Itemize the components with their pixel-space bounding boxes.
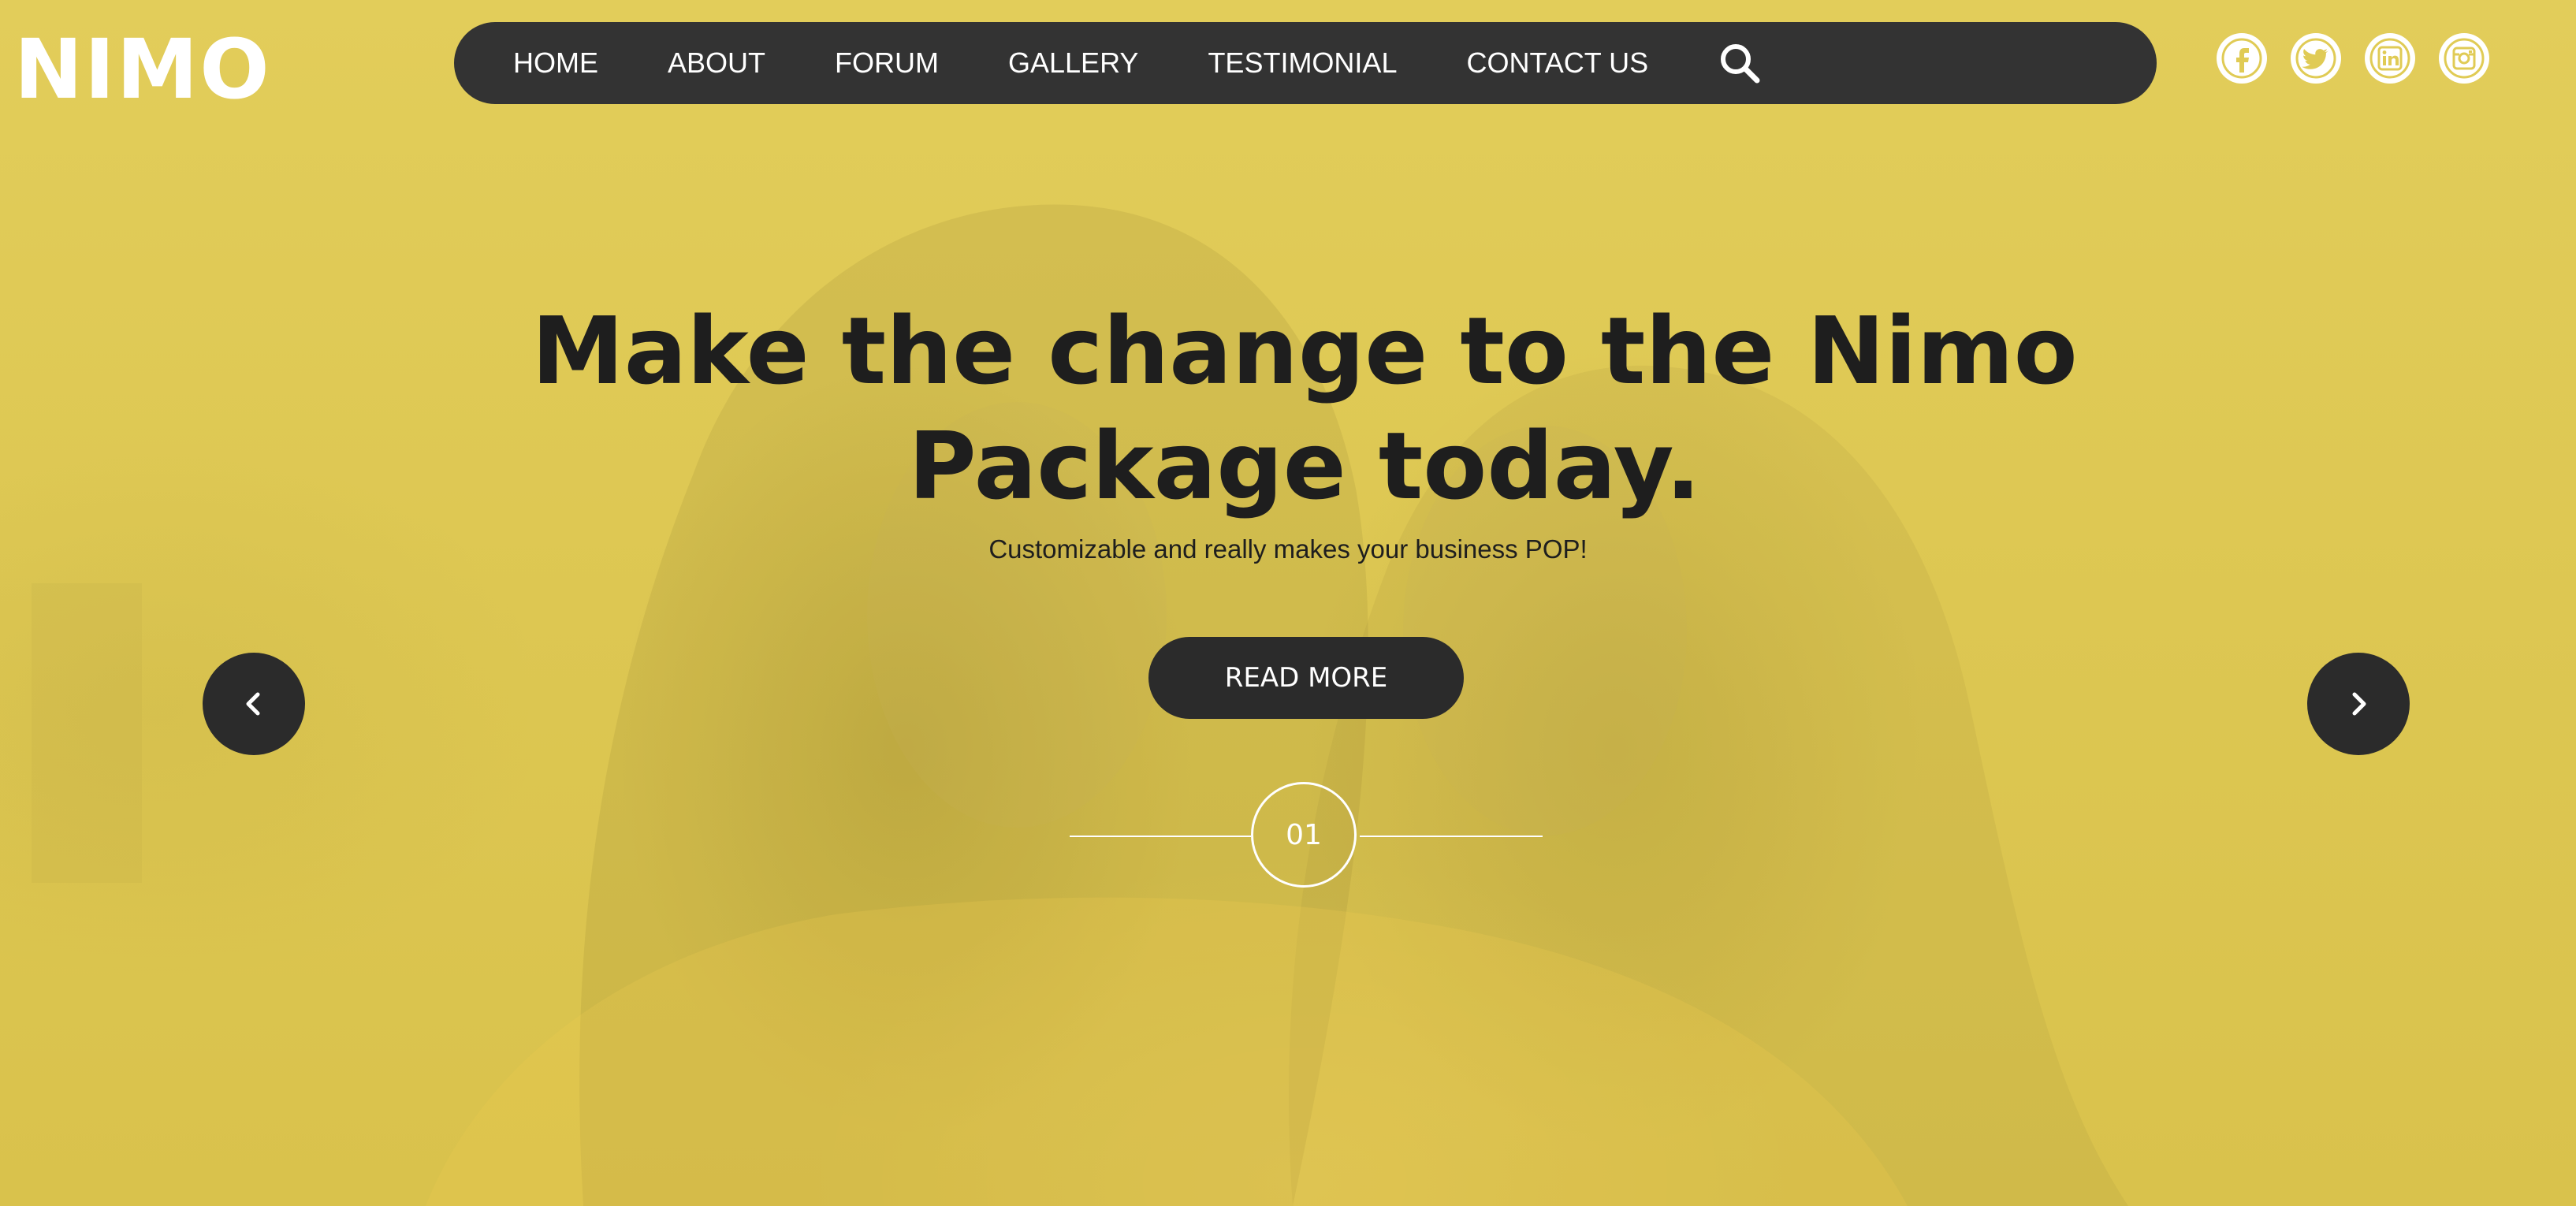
chevron-right-icon [2352,692,2366,716]
slide-indicator-line-right [1360,836,1543,837]
facebook-glyph [2221,38,2262,79]
slide-number-indicator[interactable]: 01 [1251,782,1357,888]
nav-item-contact-us[interactable]: CONTACT US [1466,47,1648,80]
nav-item-testimonial[interactable]: TESTIMONIAL [1208,47,1397,80]
nav-item-about[interactable]: ABOUT [668,47,765,80]
read-more-button[interactable]: READ MORE [1148,637,1464,719]
instagram-icon[interactable] [2439,33,2489,84]
facebook-icon[interactable] [2217,33,2267,84]
social-links [2217,33,2513,84]
hero-subtitle: Customizable and really makes your busin… [988,534,1588,564]
twitter-icon[interactable] [2291,33,2341,84]
next-slide-button[interactable] [2307,653,2410,755]
linkedin-icon[interactable] [2365,33,2415,84]
nav-item-home[interactable]: HOME [513,47,598,80]
hero-title: Make the change to the Nimo Package toda… [531,296,2078,520]
linkedin-glyph [2369,38,2410,79]
hero-background-image [32,204,2128,1206]
twitter-glyph [2295,38,2336,79]
search-icon[interactable] [1718,41,1762,85]
instagram-glyph [2444,38,2485,79]
nav-item-forum[interactable]: FORUM [835,47,939,80]
brand-logo[interactable]: NIMO [14,22,271,117]
slide-indicator-line-left [1070,836,1251,837]
nav-item-gallery[interactable]: GALLERY [1008,47,1138,80]
main-navigation: HOME ABOUT FORUM GALLERY TESTIMONIAL CON… [454,22,2157,104]
previous-slide-button[interactable] [203,653,305,755]
hero-background [0,0,2576,1206]
chevron-left-icon [246,692,260,716]
search-icon-graphic [1721,44,1760,84]
